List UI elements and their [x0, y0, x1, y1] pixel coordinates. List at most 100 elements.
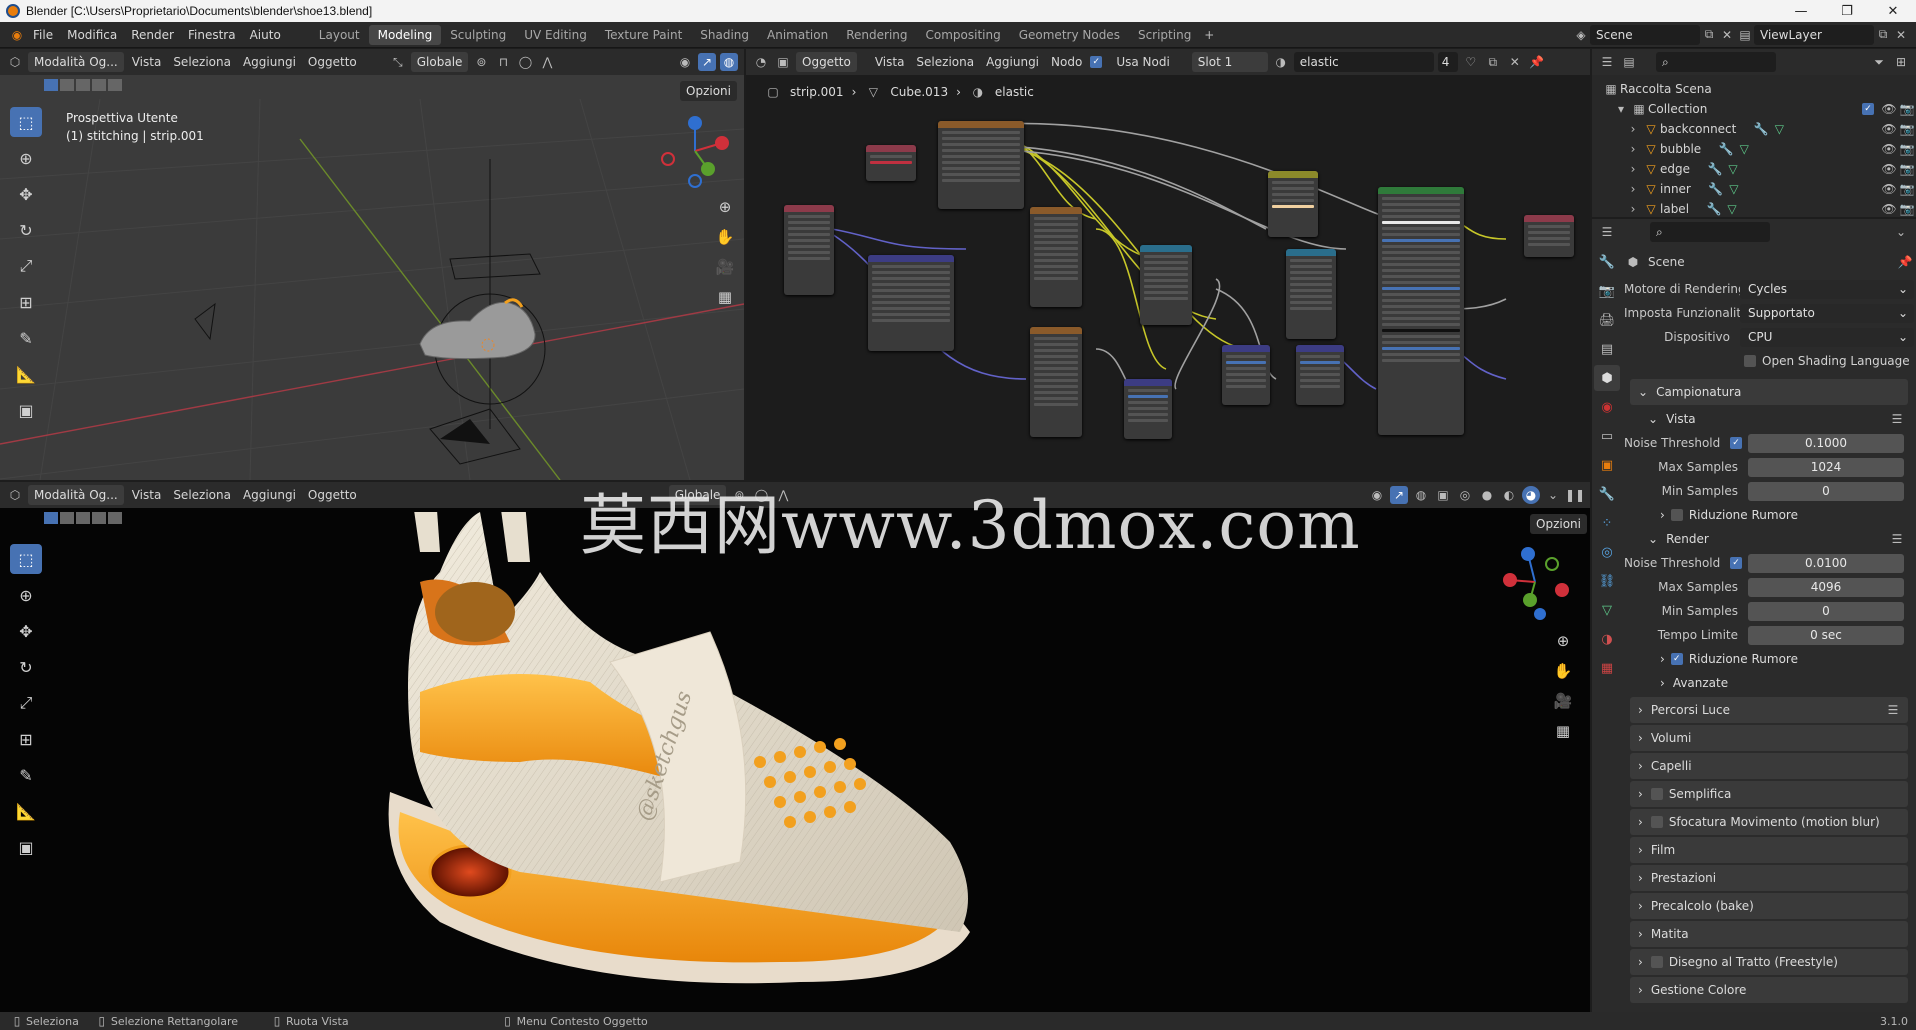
eye-icon[interactable]: 👁: [1880, 200, 1898, 217]
eye-icon[interactable]: 👁: [1880, 120, 1898, 138]
camera-render-icon[interactable]: 📷: [1898, 140, 1916, 158]
vista-noise-checkbox[interactable]: ✓: [1730, 437, 1742, 449]
mode-dropdown[interactable]: Modalità Og...: [28, 52, 124, 72]
cursor-tool-icon-bottom[interactable]: ⊕: [10, 580, 42, 610]
blender-menu-icon[interactable]: ◉: [8, 26, 26, 44]
view-layer-tab-icon[interactable]: ▤: [1594, 336, 1620, 362]
render-engine-dropdown[interactable]: Cycles ⌄: [1740, 279, 1914, 299]
collection-tab-icon[interactable]: ▭: [1594, 423, 1620, 449]
select-intersect-icon-bottom[interactable]: [108, 512, 122, 524]
section-film[interactable]: › Film: [1630, 837, 1908, 863]
visibility-icon[interactable]: ◉: [676, 53, 694, 71]
outliner-item-backconnect[interactable]: › ▽ backconnect 🔧 ▽ 👁 📷: [1602, 119, 1916, 139]
viewlayer-field[interactable]: ViewLayer: [1754, 24, 1874, 45]
maximize-button[interactable]: ❐: [1824, 0, 1870, 22]
zoom-icon-bottom[interactable]: ⊕: [1550, 628, 1576, 654]
solid-shading-icon[interactable]: ●: [1478, 486, 1496, 504]
menu-vista[interactable]: Vista: [128, 52, 166, 72]
node-color-ramp[interactable]: [1140, 245, 1192, 325]
render-max-samples-field[interactable]: 4096: [1748, 577, 1904, 597]
rendered-shading-icon[interactable]: ◕: [1522, 486, 1540, 504]
menu-aiuto[interactable]: Aiuto: [243, 22, 288, 48]
modifier-tab-icon[interactable]: 🔧: [1594, 481, 1620, 507]
options-dropdown-bottom[interactable]: Opzioni: [1530, 514, 1587, 534]
node-bump-3[interactable]: [1296, 345, 1344, 405]
camera-view-icon[interactable]: 🎥: [712, 254, 738, 280]
close-button[interactable]: ✕: [1870, 0, 1916, 22]
delete-viewlayer-icon[interactable]: ✕: [1892, 26, 1910, 44]
section-sampling[interactable]: ⌄ Campionatura: [1630, 379, 1908, 405]
viewlayer-icon[interactable]: ▤: [1736, 26, 1754, 44]
feature-set-dropdown[interactable]: Supportato ⌄: [1740, 303, 1914, 323]
preset-list-icon-render[interactable]: ☰: [1888, 530, 1906, 548]
node-image-texture[interactable]: [938, 121, 1024, 209]
section-bake[interactable]: › Precalcolo (bake): [1630, 893, 1908, 919]
scale-tool-icon-bottom[interactable]: ⤢: [10, 688, 42, 718]
annotate-tool-icon-bottom[interactable]: ✎: [10, 760, 42, 790]
camera-render-icon[interactable]: 📷: [1898, 180, 1916, 198]
rotate-tool-icon-bottom[interactable]: ↻: [10, 652, 42, 682]
menu-finestra[interactable]: Finestra: [181, 22, 243, 48]
scene-tab-icon[interactable]: ⬢: [1594, 365, 1620, 391]
render-min-samples-field[interactable]: 0: [1748, 601, 1904, 621]
wireframe-shading-icon[interactable]: ◎: [1456, 486, 1474, 504]
eye-icon[interactable]: 👁: [1880, 140, 1898, 158]
tab-shading[interactable]: Shading: [691, 25, 758, 45]
subsection-vista[interactable]: ⌄ Vista ☰: [1624, 407, 1914, 431]
eye-icon[interactable]: 👁: [1880, 180, 1898, 198]
move-tool-icon-bottom[interactable]: ✥: [10, 616, 42, 646]
vista-min-samples-field[interactable]: 0: [1748, 481, 1904, 501]
new-scene-icon[interactable]: ⧉: [1700, 26, 1718, 44]
data-tab-icon[interactable]: ▽: [1594, 597, 1620, 623]
snap-icon[interactable]: ⊓: [494, 53, 512, 71]
tab-modeling[interactable]: Modeling: [368, 24, 442, 45]
move-tool-icon[interactable]: ✥: [10, 179, 42, 209]
add-workspace-icon[interactable]: +: [1200, 26, 1218, 44]
node-texture-coordinate[interactable]: [784, 205, 834, 295]
mode-dropdown-bottom[interactable]: Modalità Og...: [28, 485, 124, 505]
tab-uv-editing[interactable]: UV Editing: [515, 25, 596, 45]
xray-icon[interactable]: ▣: [1434, 486, 1452, 504]
node-mapping[interactable]: [868, 255, 954, 351]
select-box-tool-icon[interactable]: ⬚: [10, 107, 42, 137]
outliner-item-bubble[interactable]: › ▽ bubble 🔧 ▽ 👁 📷: [1602, 139, 1916, 159]
properties-options-icon[interactable]: ⌄: [1892, 223, 1910, 241]
object-tab-icon[interactable]: ▣: [1594, 452, 1620, 478]
section-motion-blur[interactable]: › Sfocatura Movimento (motion blur): [1630, 809, 1908, 835]
freestyle-checkbox[interactable]: [1650, 956, 1663, 968]
pivot-icon[interactable]: ⊚: [472, 53, 490, 71]
outliner-collection[interactable]: ▾ ▦ Collection ✓ 👁 📷: [1602, 99, 1916, 119]
section-simplify[interactable]: › Semplifica: [1630, 781, 1908, 807]
zoom-icon[interactable]: ⊕: [712, 194, 738, 220]
select-extend-icon[interactable]: [60, 79, 74, 91]
pause-render-icon[interactable]: ❚❚: [1565, 486, 1585, 504]
node-editor[interactable]: ◔ ▣ Oggetto Vista Seleziona Aggiungi Nod…: [746, 49, 1590, 480]
pan-hand-icon-bottom[interactable]: ✋: [1550, 658, 1576, 684]
node-mix-rgb[interactable]: [1268, 171, 1318, 237]
section-hair[interactable]: › Capelli: [1630, 753, 1908, 779]
menu-file[interactable]: File: [26, 22, 60, 48]
outliner-type-icon[interactable]: ☰: [1598, 53, 1616, 71]
camera-render-icon[interactable]: 📷: [1898, 160, 1916, 178]
outliner-item-label[interactable]: › ▽ label 🔧 ▽ 👁 📷: [1602, 199, 1916, 217]
menu-modifica[interactable]: Modifica: [60, 22, 124, 48]
render-noise-threshold-field[interactable]: 0.0100: [1748, 553, 1904, 573]
material-shading-icon[interactable]: ◐: [1500, 486, 1518, 504]
navigation-gizmo-bottom[interactable]: [1490, 542, 1580, 622]
node-material-output[interactable]: [1524, 215, 1574, 257]
select-new-icon-bottom[interactable]: [44, 512, 58, 524]
vista-denoise-row[interactable]: › Riduzione Rumore: [1624, 503, 1914, 527]
render-noise-checkbox[interactable]: ✓: [1730, 557, 1742, 569]
scene-field[interactable]: Scene: [1590, 24, 1700, 45]
overlay-icon-bottom[interactable]: ◍: [1412, 486, 1430, 504]
device-dropdown[interactable]: CPU ⌄: [1740, 327, 1914, 347]
tab-geometry-nodes[interactable]: Geometry Nodes: [1010, 25, 1129, 45]
node-color-ramp-2[interactable]: [1286, 249, 1336, 339]
editor-type-icon[interactable]: ⬡: [6, 53, 24, 71]
visibility-icon-bottom[interactable]: ◉: [1368, 486, 1386, 504]
select-extend-icon-bottom[interactable]: [60, 512, 74, 524]
select-invert-icon[interactable]: [92, 79, 106, 91]
add-cube-tool-icon-bottom[interactable]: ▣: [10, 832, 42, 862]
viewport-top[interactable]: ⬡ Modalità Og... Vista Seleziona Aggiung…: [0, 49, 744, 480]
render-tab-icon[interactable]: 📷: [1594, 278, 1620, 304]
